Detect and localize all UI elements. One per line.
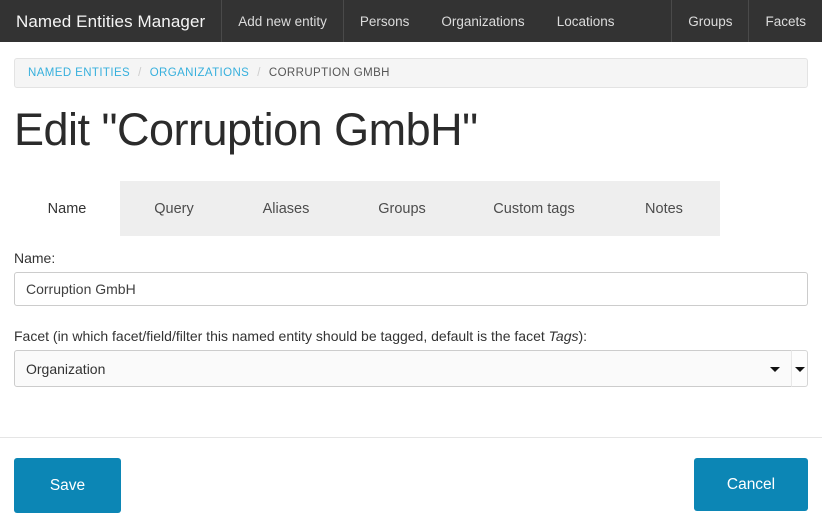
page-title: Edit "Corruption GmbH"	[14, 104, 478, 155]
name-field-group: Name:	[14, 250, 808, 307]
nav-item-locations[interactable]: Locations	[541, 0, 631, 42]
chevron-down-icon	[794, 366, 805, 372]
footer-divider	[0, 437, 822, 438]
breadcrumb-item-named-entities[interactable]: NAMED ENTITIES	[28, 67, 130, 79]
facet-selected-value: Organization	[26, 360, 106, 377]
tab-query[interactable]: Query	[120, 181, 228, 237]
facet-label-emphasis: Tags	[548, 328, 579, 345]
nav-item-facets[interactable]: Facets	[749, 0, 822, 42]
save-button[interactable]: Save	[14, 458, 121, 513]
facet-select-dropdown-button[interactable]	[791, 350, 808, 388]
breadcrumb-wrapper: NAMED ENTITIES / ORGANIZATIONS / CORRUPT…	[0, 42, 822, 88]
brand-link[interactable]: Named Entities Manager	[0, 0, 223, 42]
tab-aliases[interactable]: Aliases	[228, 181, 344, 237]
name-label: Name:	[14, 250, 56, 267]
chevron-down-icon	[770, 366, 780, 372]
breadcrumb-item-organizations[interactable]: ORGANIZATIONS	[150, 67, 250, 79]
tab-notes[interactable]: Notes	[608, 181, 720, 237]
edit-entity-form: Name: Facet (in which facet/field/filter…	[0, 250, 822, 388]
nav-right-group: Groups Facets	[672, 0, 822, 42]
breadcrumb-separator: /	[257, 67, 261, 79]
footer-actions: Save Cancel	[0, 458, 822, 514]
name-input[interactable]	[14, 272, 808, 307]
breadcrumb-item-current: CORRUPTION GMBH	[268, 67, 390, 79]
tab-custom-tags[interactable]: Custom tags	[460, 181, 608, 237]
facet-label: Facet (in which facet/field/filter this …	[14, 328, 808, 344]
facet-label-text-start: Facet (in which facet/field/filter this …	[14, 328, 549, 345]
facet-field-group: Facet (in which facet/field/filter this …	[14, 328, 808, 388]
top-navbar: Named Entities Manager Add new entity Pe…	[0, 0, 822, 42]
facet-select-row: Organization	[14, 350, 808, 388]
tab-name[interactable]: Name	[14, 181, 120, 237]
breadcrumb-separator: /	[138, 67, 142, 79]
nav-spacer	[630, 0, 673, 42]
tab-bar: Name Query Aliases Groups Custom tags No…	[14, 181, 720, 237]
nav-item-persons[interactable]: Persons	[344, 0, 426, 42]
nav-item-groups[interactable]: Groups	[672, 0, 750, 42]
facet-select[interactable]: Organization	[14, 350, 793, 388]
facet-label-text-end: ):	[578, 328, 588, 345]
cancel-button[interactable]: Cancel	[694, 458, 808, 511]
nav-item-add-new-entity[interactable]: Add new entity	[222, 0, 344, 42]
nav-item-organizations[interactable]: Organizations	[425, 0, 540, 42]
nav-left-group: Add new entity Persons Organizations Loc…	[222, 0, 630, 42]
tab-groups[interactable]: Groups	[344, 181, 460, 237]
breadcrumb: NAMED ENTITIES / ORGANIZATIONS / CORRUPT…	[14, 58, 808, 88]
